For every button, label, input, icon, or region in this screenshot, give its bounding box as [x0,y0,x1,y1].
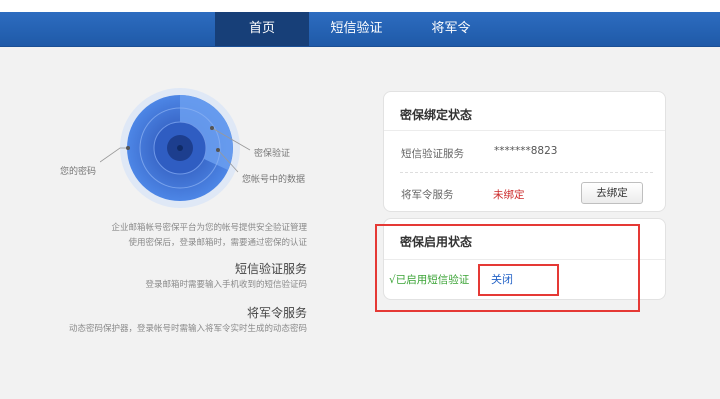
top-strip [0,0,720,12]
intro-line-1: 企业邮箱帐号密保平台为您的帐号提供安全验证管理 [111,223,307,233]
token-service-label: 将军令服务 [401,189,454,201]
binding-row-separator [400,172,653,173]
leader-dot-verify [210,126,214,130]
sms-phone-masked: *******8823 [494,145,558,157]
bind-token-button[interactable]: 去绑定 [581,182,643,204]
binding-status-panel: 密保绑定状态 短信验证服务 *******8823 将军令服务 未绑定 去绑定 [383,91,666,212]
sms-service-label: 短信验证服务 [401,148,464,160]
label-security-verify: 密保验证 [254,149,291,159]
radar-graphic [99,88,251,208]
sms-service-title: 短信验证服务 [234,262,307,276]
leader-dot-data [216,148,220,152]
token-unbound-status: 未绑定 [493,189,525,201]
leader-dot-password [126,146,130,150]
sms-service-desc: 登录邮箱时需要输入手机收到的短信验证码 [145,280,307,290]
nav-item-token[interactable]: 将军令 [404,12,498,46]
security-radar-illustration: 您的密码 密保验证 您帐号中的数据 [60,80,330,220]
radar-center-dot [177,145,183,151]
token-service-title: 将军令服务 [246,306,307,320]
binding-panel-title: 密保绑定状态 [400,108,473,122]
nav-item-sms-verify[interactable]: 短信验证 [309,12,404,46]
label-account-data: 您帐号中的数据 [242,175,306,185]
token-service-desc: 动态密码保护器，登录帐号时需输入将军令实时生成的动态密码 [68,324,307,334]
label-your-password: 您的密码 [60,167,97,177]
binding-panel-divider [384,130,665,131]
highlight-box-close-link [478,264,559,296]
nav-item-home[interactable]: 首页 [215,12,309,46]
intro-line-2: 使用密保后，登录邮箱时，需要通过密保的认证 [128,238,307,248]
top-nav: 首页 短信验证 将军令 [0,12,720,47]
